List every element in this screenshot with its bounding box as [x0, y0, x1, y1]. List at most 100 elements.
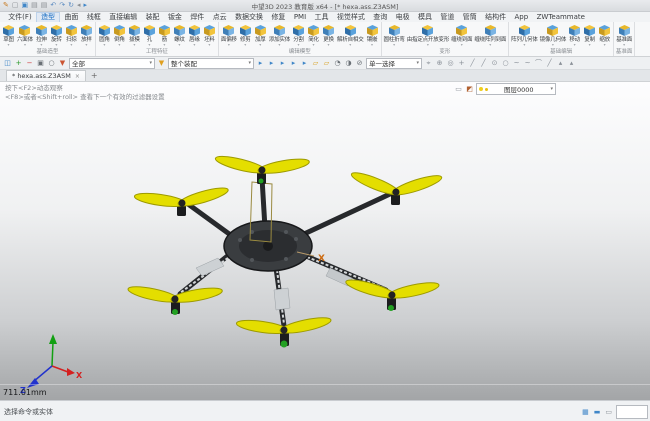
menu-tab-inquire[interactable]: 查询 — [369, 12, 391, 22]
menu-tab-tools[interactable]: 工具 — [310, 12, 332, 22]
wrap-to-face-label: 缠绕到面 — [451, 37, 472, 43]
folder-open-icon[interactable]: ▱ — [311, 58, 320, 68]
ribbon-btn-resolve-self-intersection[interactable]: 解析自相交 — [336, 23, 365, 47]
menu-tab-direct-edit[interactable]: 直接编辑 — [105, 12, 141, 22]
snap-tangent-icon[interactable]: ⌒ — [534, 58, 543, 68]
ribbon-btn-wrap-pattern-to-face[interactable]: 缠绕阵列到面 — [473, 23, 507, 47]
pick-last-icon[interactable]: ▸ — [256, 58, 265, 68]
ribbon-btn-thicken[interactable]: 加厚 — [253, 23, 268, 47]
ribbon-btn-copy[interactable]: 复制 — [582, 23, 597, 47]
ribbon-btn-wrap-to-face[interactable]: 缠绕到面 — [450, 23, 473, 47]
menu-tab-electrode[interactable]: 电极 — [391, 12, 413, 22]
menu-tab-repair[interactable]: 修复 — [267, 12, 289, 22]
window-restore-icon[interactable]: ▭ — [605, 408, 612, 416]
snap-angle-icon[interactable]: ╱ — [545, 58, 554, 68]
ribbon-btn-replace[interactable]: 更换 — [321, 23, 336, 47]
window-select-icon[interactable]: ▣ — [36, 58, 45, 68]
menu-tab-wireframe[interactable]: 线框 — [83, 12, 105, 22]
add-entity-icon[interactable]: + — [14, 58, 23, 68]
ribbon-btn-revolve[interactable]: 旋转 — [49, 23, 64, 47]
hexacopter-model[interactable]: X X Z — [0, 82, 650, 400]
menu-tab-weldment[interactable]: 焊件 — [186, 12, 208, 22]
snap-line-icon[interactable]: ╱ — [468, 58, 477, 68]
status-quick-input[interactable] — [616, 405, 648, 419]
ribbon-btn-face-offset[interactable]: 面偏移 — [220, 23, 238, 47]
monitor-icon[interactable]: ▬ — [594, 408, 601, 416]
ribbon-btn-thread[interactable]: 螺纹 — [172, 23, 187, 47]
ribbon-btn-stock[interactable]: 坯料 — [202, 23, 217, 47]
selection-mode-select[interactable]: 单一选择▾ — [366, 58, 422, 69]
menu-tab-point-cloud[interactable]: 点云 — [209, 12, 231, 22]
menu-tab-data-exchange[interactable]: 数据交换 — [231, 12, 267, 22]
ribbon-btn-sketch[interactable]: 草图 — [1, 23, 16, 47]
menu-tab-tubing[interactable]: 管筒 — [459, 12, 481, 22]
document-tab-active[interactable]: * hexa.ass.Z3ASM × — [6, 70, 86, 81]
grab-alt-icon[interactable]: ▴ — [567, 58, 576, 68]
ribbon-btn-inlay[interactable]: 镶嵌 — [365, 23, 380, 47]
snap-spline-icon[interactable]: ~ — [523, 58, 532, 68]
layout-grid-icon[interactable]: ▦ — [582, 408, 589, 416]
snap-point-icon[interactable]: ⌖ — [424, 58, 433, 68]
folder-save-icon[interactable]: ▱ — [322, 58, 331, 68]
remove-entity-icon[interactable]: − — [25, 58, 34, 68]
snap-intersection-icon[interactable]: ⊕ — [435, 58, 444, 68]
snap-parallel-icon[interactable]: ╱ — [479, 58, 488, 68]
ribbon-btn-deform-by-points[interactable]: 由指定点开放变形 — [406, 23, 450, 47]
ribbon-btn-lip[interactable]: 唇缘 — [187, 23, 202, 47]
filter-type-select[interactable]: 全部▾ — [69, 58, 155, 69]
close-tab-icon[interactable]: × — [75, 73, 80, 80]
sweep-label: 扫掠 — [66, 37, 77, 43]
ribbon-btn-sweep[interactable]: 扫掠 — [64, 23, 79, 47]
menu-tab-piping[interactable]: 管道 — [436, 12, 458, 22]
box-label: 六面体 — [17, 37, 33, 43]
snap-cross-icon[interactable]: + — [457, 58, 466, 68]
filter-reset-icon[interactable]: ▼ — [58, 58, 67, 68]
snap-arc-icon[interactable]: ○ — [501, 58, 510, 68]
ribbon-btn-fillet[interactable]: 圆角 — [97, 23, 112, 47]
ribbon-btn-mirror-geometry[interactable]: 镜像几何体 — [539, 23, 568, 47]
ribbon-btn-box[interactable]: 六面体 — [16, 23, 34, 47]
no-filter-icon[interactable]: ⊘ — [355, 58, 364, 68]
history-back-icon[interactable]: ◔ — [333, 58, 342, 68]
menu-tab-visual-style[interactable]: 视觉样式 — [333, 12, 369, 22]
history-forward-icon[interactable]: ◑ — [344, 58, 353, 68]
ribbon-btn-cylindrical-bend[interactable]: 圆柱折弯 — [383, 23, 406, 47]
ribbon-btn-simplify[interactable]: 简化 — [306, 23, 321, 47]
ribbon-btn-scale[interactable]: 缩放 — [597, 23, 612, 47]
pick-chain-icon[interactable]: ▸ — [278, 58, 287, 68]
menu-tab-shape[interactable]: 造型 — [36, 12, 60, 22]
ribbon-btn-rib[interactable]: 筋 — [157, 23, 172, 47]
snap-curve-icon[interactable]: ~ — [512, 58, 521, 68]
snap-center-icon[interactable]: ◎ — [446, 58, 455, 68]
new-tab-button[interactable]: + — [91, 71, 98, 81]
pick-feature-icon[interactable]: ▸ — [300, 58, 309, 68]
menu-tab-pmi[interactable]: PMI — [290, 12, 311, 22]
snap-circle-icon[interactable]: ⊙ — [490, 58, 499, 68]
menu-tab-frame[interactable]: 结构件 — [481, 12, 510, 22]
pick-loop-icon[interactable]: ▸ — [289, 58, 298, 68]
ribbon-btn-chamfer[interactable]: 倒角 — [112, 23, 127, 47]
ribbon-btn-draft[interactable]: 拔模 — [127, 23, 142, 47]
display-manager-icon[interactable]: ◫ — [3, 58, 12, 68]
menu-tab-file[interactable]: 文件(F) — [4, 12, 36, 22]
menu-tab-surface[interactable]: 曲面 — [60, 12, 82, 22]
pick-all-icon[interactable]: ▸ — [267, 58, 276, 68]
ribbon-btn-divide[interactable]: 分割 — [291, 23, 306, 47]
menu-tab-sheet-metal[interactable]: 钣金 — [164, 12, 186, 22]
ribbon-btn-move[interactable]: 移动 — [567, 23, 582, 47]
ribbon-btn-pattern-geometry[interactable]: 阵列几何体 — [510, 23, 539, 47]
menu-tab-assembly[interactable]: 装配 — [141, 12, 163, 22]
selection-scope-select[interactable]: 整个装配▾ — [168, 58, 254, 69]
ribbon-btn-trim[interactable]: 修剪 — [238, 23, 253, 47]
menu-tab-app[interactable]: App — [510, 12, 532, 22]
circle-select-icon[interactable]: ○ — [47, 58, 56, 68]
ribbon-btn-extrude[interactable]: 拉伸 — [34, 23, 49, 47]
ribbon-btn-loft[interactable]: 放样 — [79, 23, 94, 47]
ribbon-btn-hole[interactable]: 孔 — [142, 23, 157, 47]
grab-icon[interactable]: ▴ — [556, 58, 565, 68]
ribbon-btn-add-solid[interactable]: 添加实体 — [268, 23, 291, 47]
menu-tab-mold[interactable]: 模具 — [414, 12, 436, 22]
viewport-3d[interactable]: 按下<F2>动态观察<F8>或者<Shift+roll> 查看下一个有效的过滤器… — [0, 82, 650, 400]
ribbon-btn-datum-plane[interactable]: 基准面 — [615, 23, 633, 47]
menu-tab-zwteammate[interactable]: ZWTeammate — [532, 12, 589, 22]
